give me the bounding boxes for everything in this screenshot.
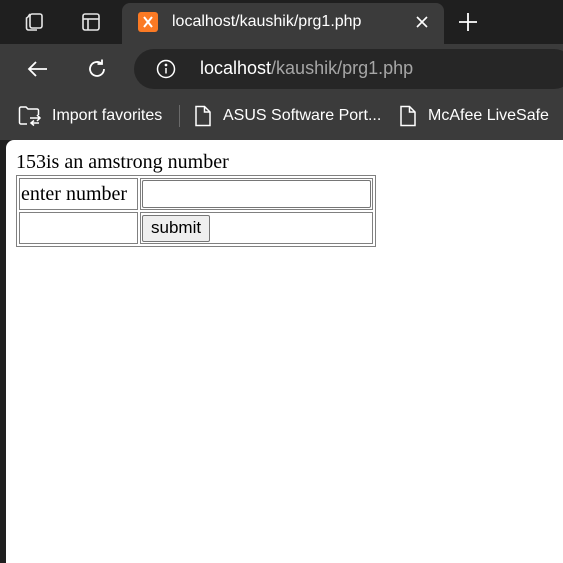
url-text[interactable]: localhost/kaushik/prg1.php [200,58,413,79]
page-viewport: 153is an amstrong number enter number su… [6,140,563,563]
xampp-favicon-icon [138,12,158,32]
number-form: enter number submit [16,175,376,247]
workspaces-icon[interactable] [22,10,46,34]
favorites-divider [179,105,180,127]
refresh-icon[interactable] [83,55,111,83]
tab-active[interactable]: localhost/kaushik/prg1.php [122,3,444,44]
page-icon [400,105,416,127]
form-row-submit: submit [19,212,373,244]
favorite-label: Import favorites [52,107,163,124]
tab-title: localhost/kaushik/prg1.php [172,13,362,30]
empty-cell [19,212,138,244]
url-path: /kaushik/prg1.php [271,58,414,78]
favorites-bar: Import favorites ASUS Software Port... M… [0,94,563,140]
favorite-label: ASUS Software Port... [223,107,382,124]
number-label: enter number [21,182,128,205]
favorite-import[interactable]: Import favorites [18,104,162,128]
close-tab-icon[interactable] [412,12,432,32]
submit-button[interactable]: submit [142,214,211,242]
address-bar[interactable]: localhost/kaushik/prg1.php [134,49,563,89]
back-icon[interactable] [24,55,52,83]
page-body: 153is an amstrong number enter number su… [16,150,376,247]
label-cell: enter number [19,178,138,210]
favorite-asus[interactable]: ASUS Software Port... [193,104,381,128]
input-cell [140,178,373,210]
favorite-label: McAfee LiveSafe [428,107,549,124]
site-info-icon[interactable] [156,59,176,79]
new-tab-icon[interactable] [455,9,481,35]
page-icon [195,105,211,127]
tab-actions-icon[interactable] [79,10,103,34]
result-message: 153is an amstrong number [16,151,229,173]
url-host: localhost [200,58,272,78]
form-row-input: enter number [19,178,373,210]
import-folder-icon [18,106,42,127]
number-input[interactable] [142,180,371,208]
toolbar: localhost/kaushik/prg1.php [0,44,563,94]
tab-strip: localhost/kaushik/prg1.php [0,0,563,44]
favorite-mcafee[interactable]: McAfee LiveSafe [398,104,549,128]
submit-cell: submit [140,212,373,244]
